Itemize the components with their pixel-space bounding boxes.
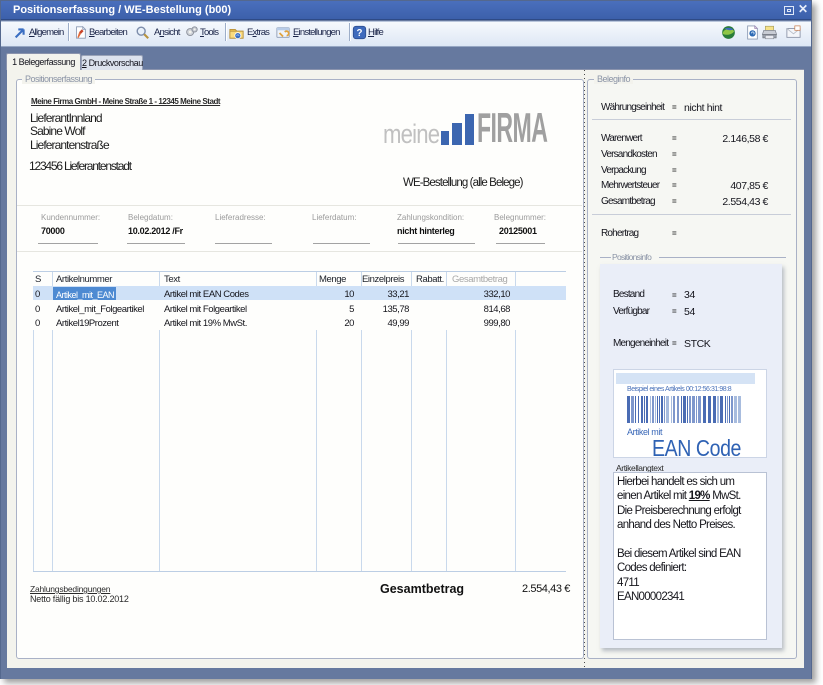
svg-text:?: ?	[357, 28, 363, 39]
